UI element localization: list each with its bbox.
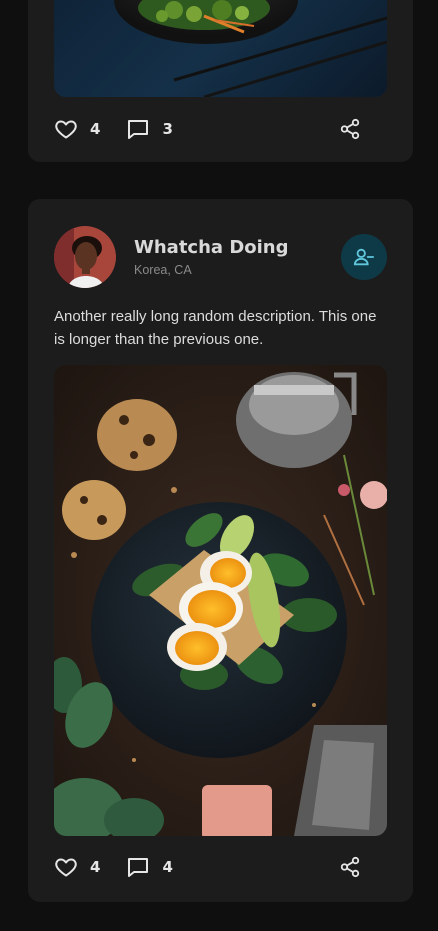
heart-icon <box>55 858 77 877</box>
like-count: 4 <box>90 858 101 876</box>
comment-icon <box>128 858 149 877</box>
avatar[interactable] <box>54 226 116 288</box>
comment-count: 4 <box>162 858 173 876</box>
author-location: Korea, CA <box>134 263 192 277</box>
food-photo-illustration <box>54 365 387 836</box>
share-icon <box>340 856 360 878</box>
post-card: Whatcha Doing Korea, CA Another really l… <box>28 199 413 902</box>
post-image[interactable] <box>54 0 387 97</box>
share-button[interactable] <box>339 856 361 878</box>
post-image[interactable] <box>54 365 387 836</box>
comment-button[interactable]: 4 <box>126 855 173 879</box>
like-button[interactable]: 4 <box>54 855 100 879</box>
like-button[interactable]: 4 <box>54 117 100 141</box>
feed: 4 3 Whatcha Doing Korea, CA Another real… <box>0 0 438 931</box>
post-actions: 4 3 <box>54 117 387 141</box>
comment-icon <box>128 120 149 139</box>
share-icon <box>340 118 360 140</box>
salad-bowl-illustration <box>114 0 387 97</box>
like-count: 4 <box>90 120 101 138</box>
post-header: Whatcha Doing Korea, CA <box>54 226 387 288</box>
author-info: Whatcha Doing Korea, CA <box>134 237 341 277</box>
post-card: 4 3 <box>28 0 413 162</box>
comment-button[interactable]: 3 <box>126 117 173 141</box>
heart-icon <box>55 120 77 139</box>
share-button[interactable] <box>339 118 361 140</box>
post-description: Another really long random description. … <box>54 308 377 348</box>
author-name[interactable]: Whatcha Doing <box>134 237 341 259</box>
comment-count: 3 <box>162 120 173 138</box>
post-actions: 4 4 <box>54 855 387 879</box>
user-minus-icon <box>353 248 375 266</box>
unfollow-button[interactable] <box>341 234 387 280</box>
avatar-portrait <box>54 226 116 288</box>
